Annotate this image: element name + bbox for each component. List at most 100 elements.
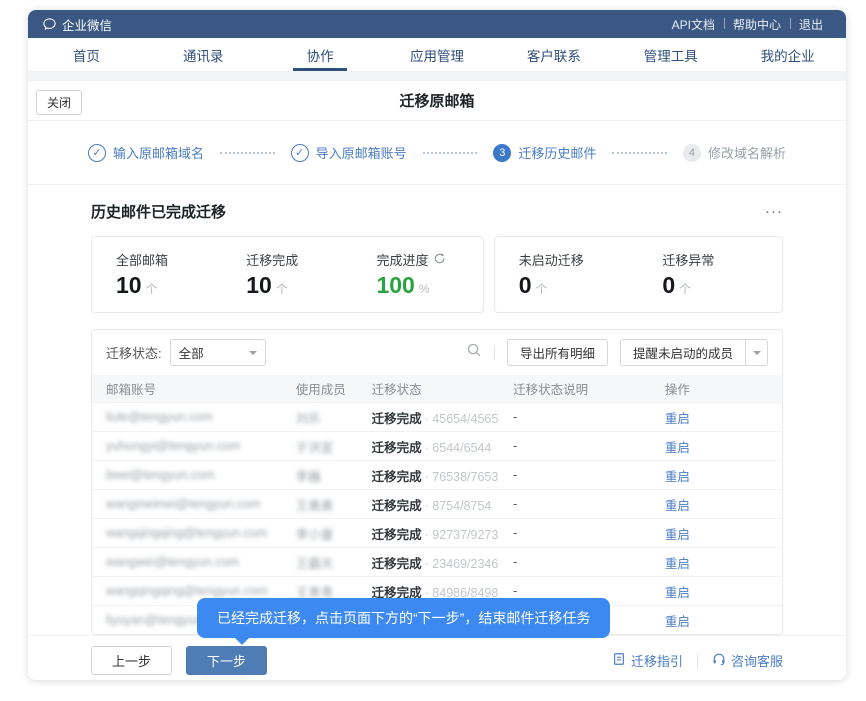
export-details-button[interactable]: 导出所有明细 [507, 339, 608, 366]
table-row: wangqingqing@tengyun.com 李小童 迁移完成· 92737… [92, 518, 782, 547]
stat-label: 全部邮箱 [116, 250, 222, 269]
progress-text: · 6544/6544 [425, 441, 492, 455]
restart-link[interactable]: 重启 [665, 615, 690, 629]
chevron-down-icon [753, 351, 761, 359]
email-cell: yuhongyi@tengyun.com [92, 439, 282, 453]
section-header: 历史邮件已完成迁移 ··· [91, 201, 783, 222]
stat-unit: 个 [146, 280, 158, 297]
status-text: 迁移完成 [372, 528, 422, 542]
app-logo-text: 企业微信 [62, 15, 112, 34]
stats-card-issues: 未启动迁移 0 个 迁移异常 0 个 [494, 236, 783, 313]
tab-admin-tools[interactable]: 管理工具 [612, 38, 729, 71]
col-action: 操作 [651, 379, 782, 398]
tab-app-management[interactable]: 应用管理 [379, 38, 496, 71]
member-cell: 王霸天 [282, 553, 358, 572]
stat-label: 迁移完成 [246, 250, 352, 269]
step-import-accounts: ✓ 导入原邮箱账号 [291, 143, 407, 162]
section-title: 历史邮件已完成迁移 [91, 201, 226, 222]
step-connector [220, 152, 275, 154]
tab-collaboration[interactable]: 协作 [262, 38, 379, 71]
restart-link[interactable]: 重启 [665, 528, 690, 542]
table-row: yuhongyi@tengyun.com 于洪宜 迁移完成· 6544/6544… [92, 431, 782, 460]
step-modify-dns: 4 修改域名解析 [683, 143, 786, 162]
stat-migration-error: 迁移异常 0 个 [638, 250, 782, 297]
divider [494, 346, 495, 360]
step-number-icon: 4 [683, 144, 701, 162]
tab-customer-contact[interactable]: 客户联系 [495, 38, 612, 71]
stat-not-started: 未启动迁移 0 个 [495, 250, 639, 297]
step-connector [423, 152, 478, 154]
remind-members-button[interactable]: 提醒未启动的成员 [620, 339, 746, 366]
email-cell: liwei@tengyun.com [92, 468, 282, 482]
progress-text: · 45654/45654 [425, 412, 499, 426]
help-center-link[interactable]: 帮助中心 [724, 16, 790, 33]
step-connector [612, 152, 667, 154]
remind-dropdown-button[interactable] [746, 339, 768, 366]
email-cell: wangwei@tengyun.com [92, 555, 282, 569]
api-docs-link[interactable]: API文档 [663, 16, 724, 33]
refresh-icon[interactable] [433, 252, 446, 268]
search-icon[interactable] [466, 342, 482, 363]
status-filter-select[interactable]: 全部 [170, 339, 266, 366]
status-filter-label: 迁移状态: [106, 343, 162, 362]
status-text: 迁移完成 [372, 557, 422, 571]
stat-unit: 个 [276, 280, 288, 297]
status-text: 迁移完成 [372, 412, 422, 426]
completion-tooltip: 已经完成迁移，点击页面下方的“下一步”，结束邮件迁移任务 [197, 598, 610, 638]
stat-label: 迁移异常 [662, 250, 782, 269]
restart-link[interactable]: 重启 [665, 557, 690, 571]
stat-value: 0 [662, 274, 675, 297]
progress-text: · 76538/76538 [425, 470, 499, 484]
tab-contacts[interactable]: 通讯录 [145, 38, 262, 71]
restart-link[interactable]: 重启 [665, 441, 690, 455]
tab-home[interactable]: 首页 [28, 38, 145, 71]
nav-bar: 首页 通讯录 协作 应用管理 客户联系 管理工具 我的企业 [28, 38, 846, 71]
col-email: 邮箱账号 [92, 379, 282, 398]
panel-content: 历史邮件已完成迁移 ··· 全部邮箱 10 个 迁移完成 [28, 185, 846, 635]
tab-my-company[interactable]: 我的企业 [729, 38, 846, 71]
col-status: 迁移状态 [358, 379, 499, 398]
step-label: 迁移历史邮件 [518, 143, 596, 162]
restart-link[interactable]: 重启 [665, 470, 690, 484]
step-label: 输入原邮箱域名 [113, 143, 204, 162]
status-note-cell: - [499, 555, 651, 569]
email-cell: wangmeimei@tengyun.com [92, 497, 282, 511]
contact-support-label: 咨询客服 [731, 651, 783, 670]
next-step-button[interactable]: 下一步 [186, 646, 267, 675]
status-note-cell: - [499, 468, 651, 482]
stat-label: 未启动迁移 [519, 250, 639, 269]
status-note-cell: - [499, 410, 651, 424]
migration-guide-link[interactable]: 迁移指引 [612, 651, 683, 670]
email-cell: wangqingqing@tengyun.com [92, 584, 282, 598]
headset-icon [712, 652, 726, 669]
stat-completion-progress: 完成进度 100 % [352, 250, 482, 297]
restart-link[interactable]: 重启 [665, 586, 690, 600]
topbar: 企业微信 API文档 帮助中心 退出 [28, 10, 846, 38]
stat-unit: % [419, 282, 430, 296]
chevron-down-icon [249, 351, 257, 359]
table-row: liwei@tengyun.com 李巍 迁移完成· 76538/76538 -… [92, 460, 782, 489]
panel-header: 关闭 迁移原邮箱 [28, 81, 846, 121]
step-indicator: ✓ 输入原邮箱域名 ✓ 导入原邮箱账号 3 迁移历史邮件 4 修改域名解析 [28, 121, 846, 185]
step-label: 导入原邮箱账号 [316, 143, 407, 162]
table-row: wangmeimei@tengyun.com 王美美 迁移完成· 8754/87… [92, 489, 782, 518]
status-note-cell: - [499, 584, 651, 598]
contact-support-link[interactable]: 咨询客服 [712, 651, 783, 670]
stats-card-progress: 全部邮箱 10 个 迁移完成 10 个 [91, 236, 484, 313]
status-note-cell: - [499, 526, 651, 540]
table-row: liule@tengyun.com 刘乐 迁移完成· 45654/45654 -… [92, 402, 782, 431]
logout-link[interactable]: 退出 [790, 16, 832, 33]
col-status-note: 迁移状态说明 [499, 379, 651, 398]
status-note-cell: - [499, 497, 651, 511]
close-button[interactable]: 关闭 [36, 90, 82, 115]
panel-footer: 上一步 下一步 迁移指引 咨询客服 [28, 635, 846, 680]
restart-link[interactable]: 重启 [665, 499, 690, 513]
app-logo: 企业微信 [42, 15, 112, 34]
more-options-icon[interactable]: ··· [765, 204, 783, 219]
member-cell: 王美美 [282, 495, 358, 514]
progress-text: · 23469/23469 [425, 557, 499, 571]
document-icon [612, 652, 626, 669]
previous-step-button[interactable]: 上一步 [91, 646, 172, 675]
restart-link[interactable]: 重启 [665, 412, 690, 426]
status-note-cell: - [499, 439, 651, 453]
